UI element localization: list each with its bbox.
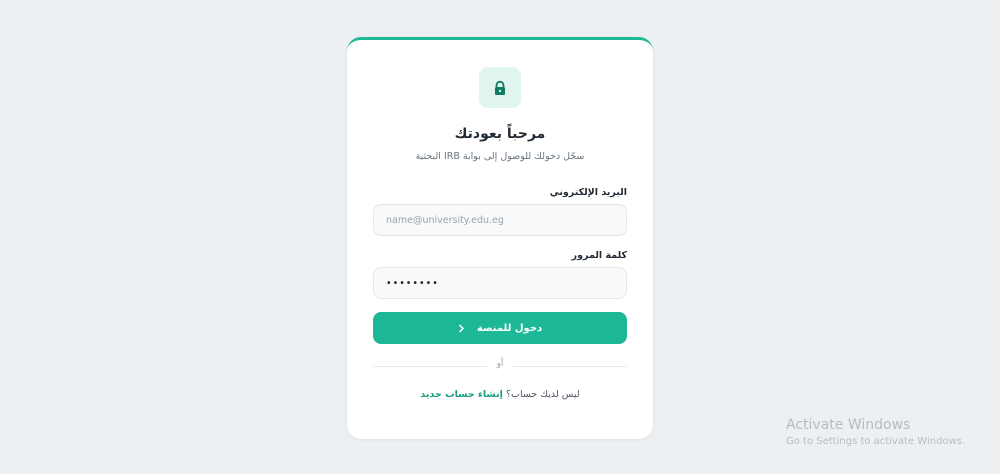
windows-activation-watermark: Activate Windows Go to Settings to activ… — [786, 417, 965, 447]
email-label: البريد الإلكتروني — [549, 187, 627, 198]
login-button[interactable]: دخول للمنصة — [373, 312, 627, 344]
lock-badge — [479, 67, 521, 108]
password-field[interactable] — [373, 267, 627, 299]
signup-link[interactable]: إنشاء حساب جديد — [420, 389, 503, 400]
divider-left — [373, 366, 487, 367]
divider-right — [513, 366, 627, 367]
page-title: مرحباً بعودتك — [454, 126, 546, 142]
signup-prompt: ليس لديك حساب؟ إنشاء حساب جديد — [347, 389, 653, 400]
chevron-right-icon — [458, 323, 464, 333]
password-label: كلمة المرور — [571, 250, 627, 261]
signup-prompt-text: ليس لديك حساب؟ — [505, 389, 580, 400]
login-card: مرحباً بعودتك سجّل دخولك للوصول إلى بواب… — [347, 37, 653, 439]
watermark-subtitle: Go to Settings to activate Windows. — [786, 436, 966, 447]
email-field[interactable] — [373, 204, 627, 236]
divider-text: أو — [496, 359, 504, 369]
page-subtitle: سجّل دخولك للوصول إلى بوابة IRB البحثية — [415, 151, 585, 162]
watermark-title: Activate Windows — [786, 417, 911, 433]
lock-icon — [495, 80, 505, 95]
login-button-label: دخول للمنصة — [476, 322, 543, 334]
